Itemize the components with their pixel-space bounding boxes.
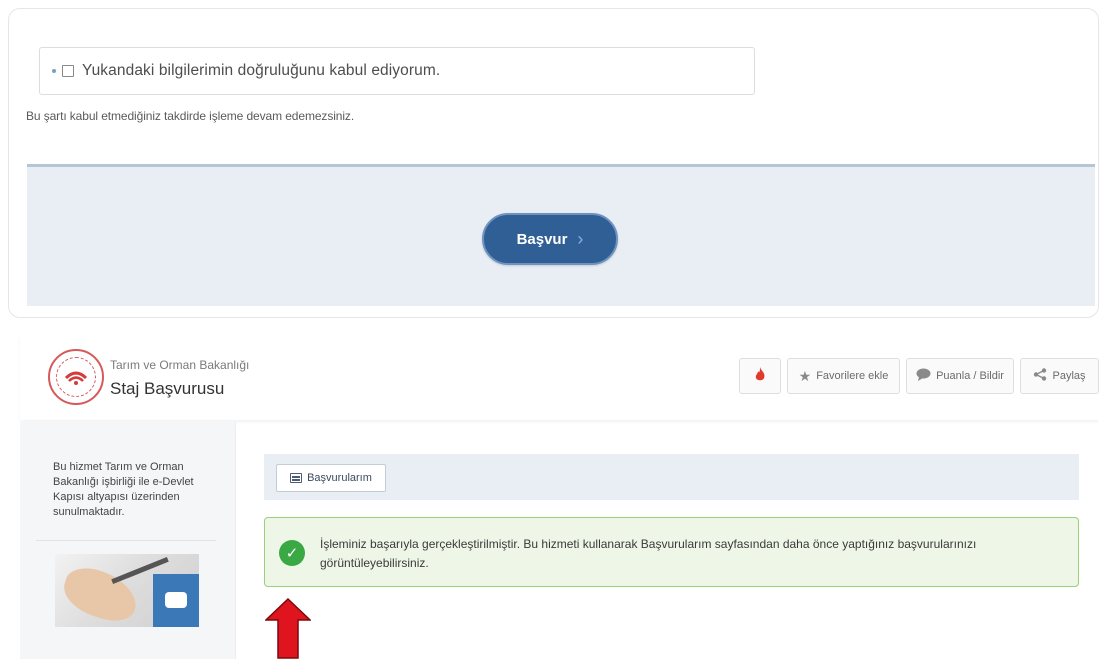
list-icon bbox=[290, 473, 303, 483]
vr-headset-icon bbox=[165, 592, 187, 608]
required-marker bbox=[52, 69, 56, 73]
service-header: Tarım ve Orman Bakanlığı Staj Başvurusu … bbox=[20, 336, 1099, 420]
ministry-emblem-icon bbox=[56, 357, 96, 397]
my-applications-label: Başvurularım bbox=[307, 472, 372, 484]
apply-section: Başvur › bbox=[27, 164, 1095, 306]
check-circle-icon: ✓ bbox=[279, 540, 305, 566]
ministry-logo bbox=[48, 349, 104, 405]
rate-report-button[interactable]: Puanla / Bildir bbox=[906, 358, 1014, 394]
star-icon: ★ bbox=[798, 367, 812, 384]
success-alert: ✓ İşleminiz başarıyla gerçekleştirilmişt… bbox=[264, 517, 1079, 587]
consent-checkbox-row[interactable]: Yukandaki bilgilerimin doğruluğunu kabul… bbox=[39, 47, 755, 95]
apply-button[interactable]: Başvur › bbox=[482, 213, 618, 265]
fire-icon bbox=[754, 366, 766, 386]
consent-panel: Yukandaki bilgilerimin doğruluğunu kabul… bbox=[8, 8, 1099, 318]
popular-button[interactable] bbox=[739, 358, 781, 394]
service-provider-info: Bu hizmet Tarım ve Orman Bakanlığı işbir… bbox=[53, 461, 194, 518]
page-title: Staj Başvurusu bbox=[110, 379, 225, 398]
consent-checkbox[interactable] bbox=[62, 65, 74, 77]
ministry-name[interactable]: Tarım ve Orman Bakanlığı bbox=[110, 358, 249, 372]
rate-report-label: Puanla / Bildir bbox=[936, 370, 1004, 382]
apply-button-label: Başvur bbox=[516, 230, 568, 248]
left-sidebar: Bu hizmet Tarım ve Orman Bakanlığı işbir… bbox=[20, 422, 236, 659]
add-favorite-label: Favorilere ekle bbox=[816, 370, 889, 382]
success-message: İşleminiz başarıyla gerçekleştirilmiştir… bbox=[320, 537, 977, 570]
share-icon bbox=[1033, 368, 1047, 384]
content-toolbar: Başvurularım bbox=[264, 454, 1079, 500]
consent-warning-note: Bu şartı kabul etmediğiniz takdirde işle… bbox=[26, 109, 355, 123]
service-banner-image bbox=[55, 554, 199, 627]
share-label: Paylaş bbox=[1052, 370, 1086, 382]
add-favorite-button[interactable]: ★ Favorilere ekle bbox=[787, 358, 900, 394]
chevron-right-icon: › bbox=[577, 228, 584, 249]
red-arrow-annotation-icon bbox=[265, 598, 311, 659]
sidebar-divider bbox=[36, 540, 216, 541]
share-button[interactable]: Paylaş bbox=[1020, 358, 1099, 394]
speech-bubble-icon bbox=[916, 368, 931, 384]
consent-checkbox-label: Yukandaki bilgilerimin doğruluğunu kabul… bbox=[82, 62, 441, 79]
my-applications-button[interactable]: Başvurularım bbox=[276, 464, 386, 492]
